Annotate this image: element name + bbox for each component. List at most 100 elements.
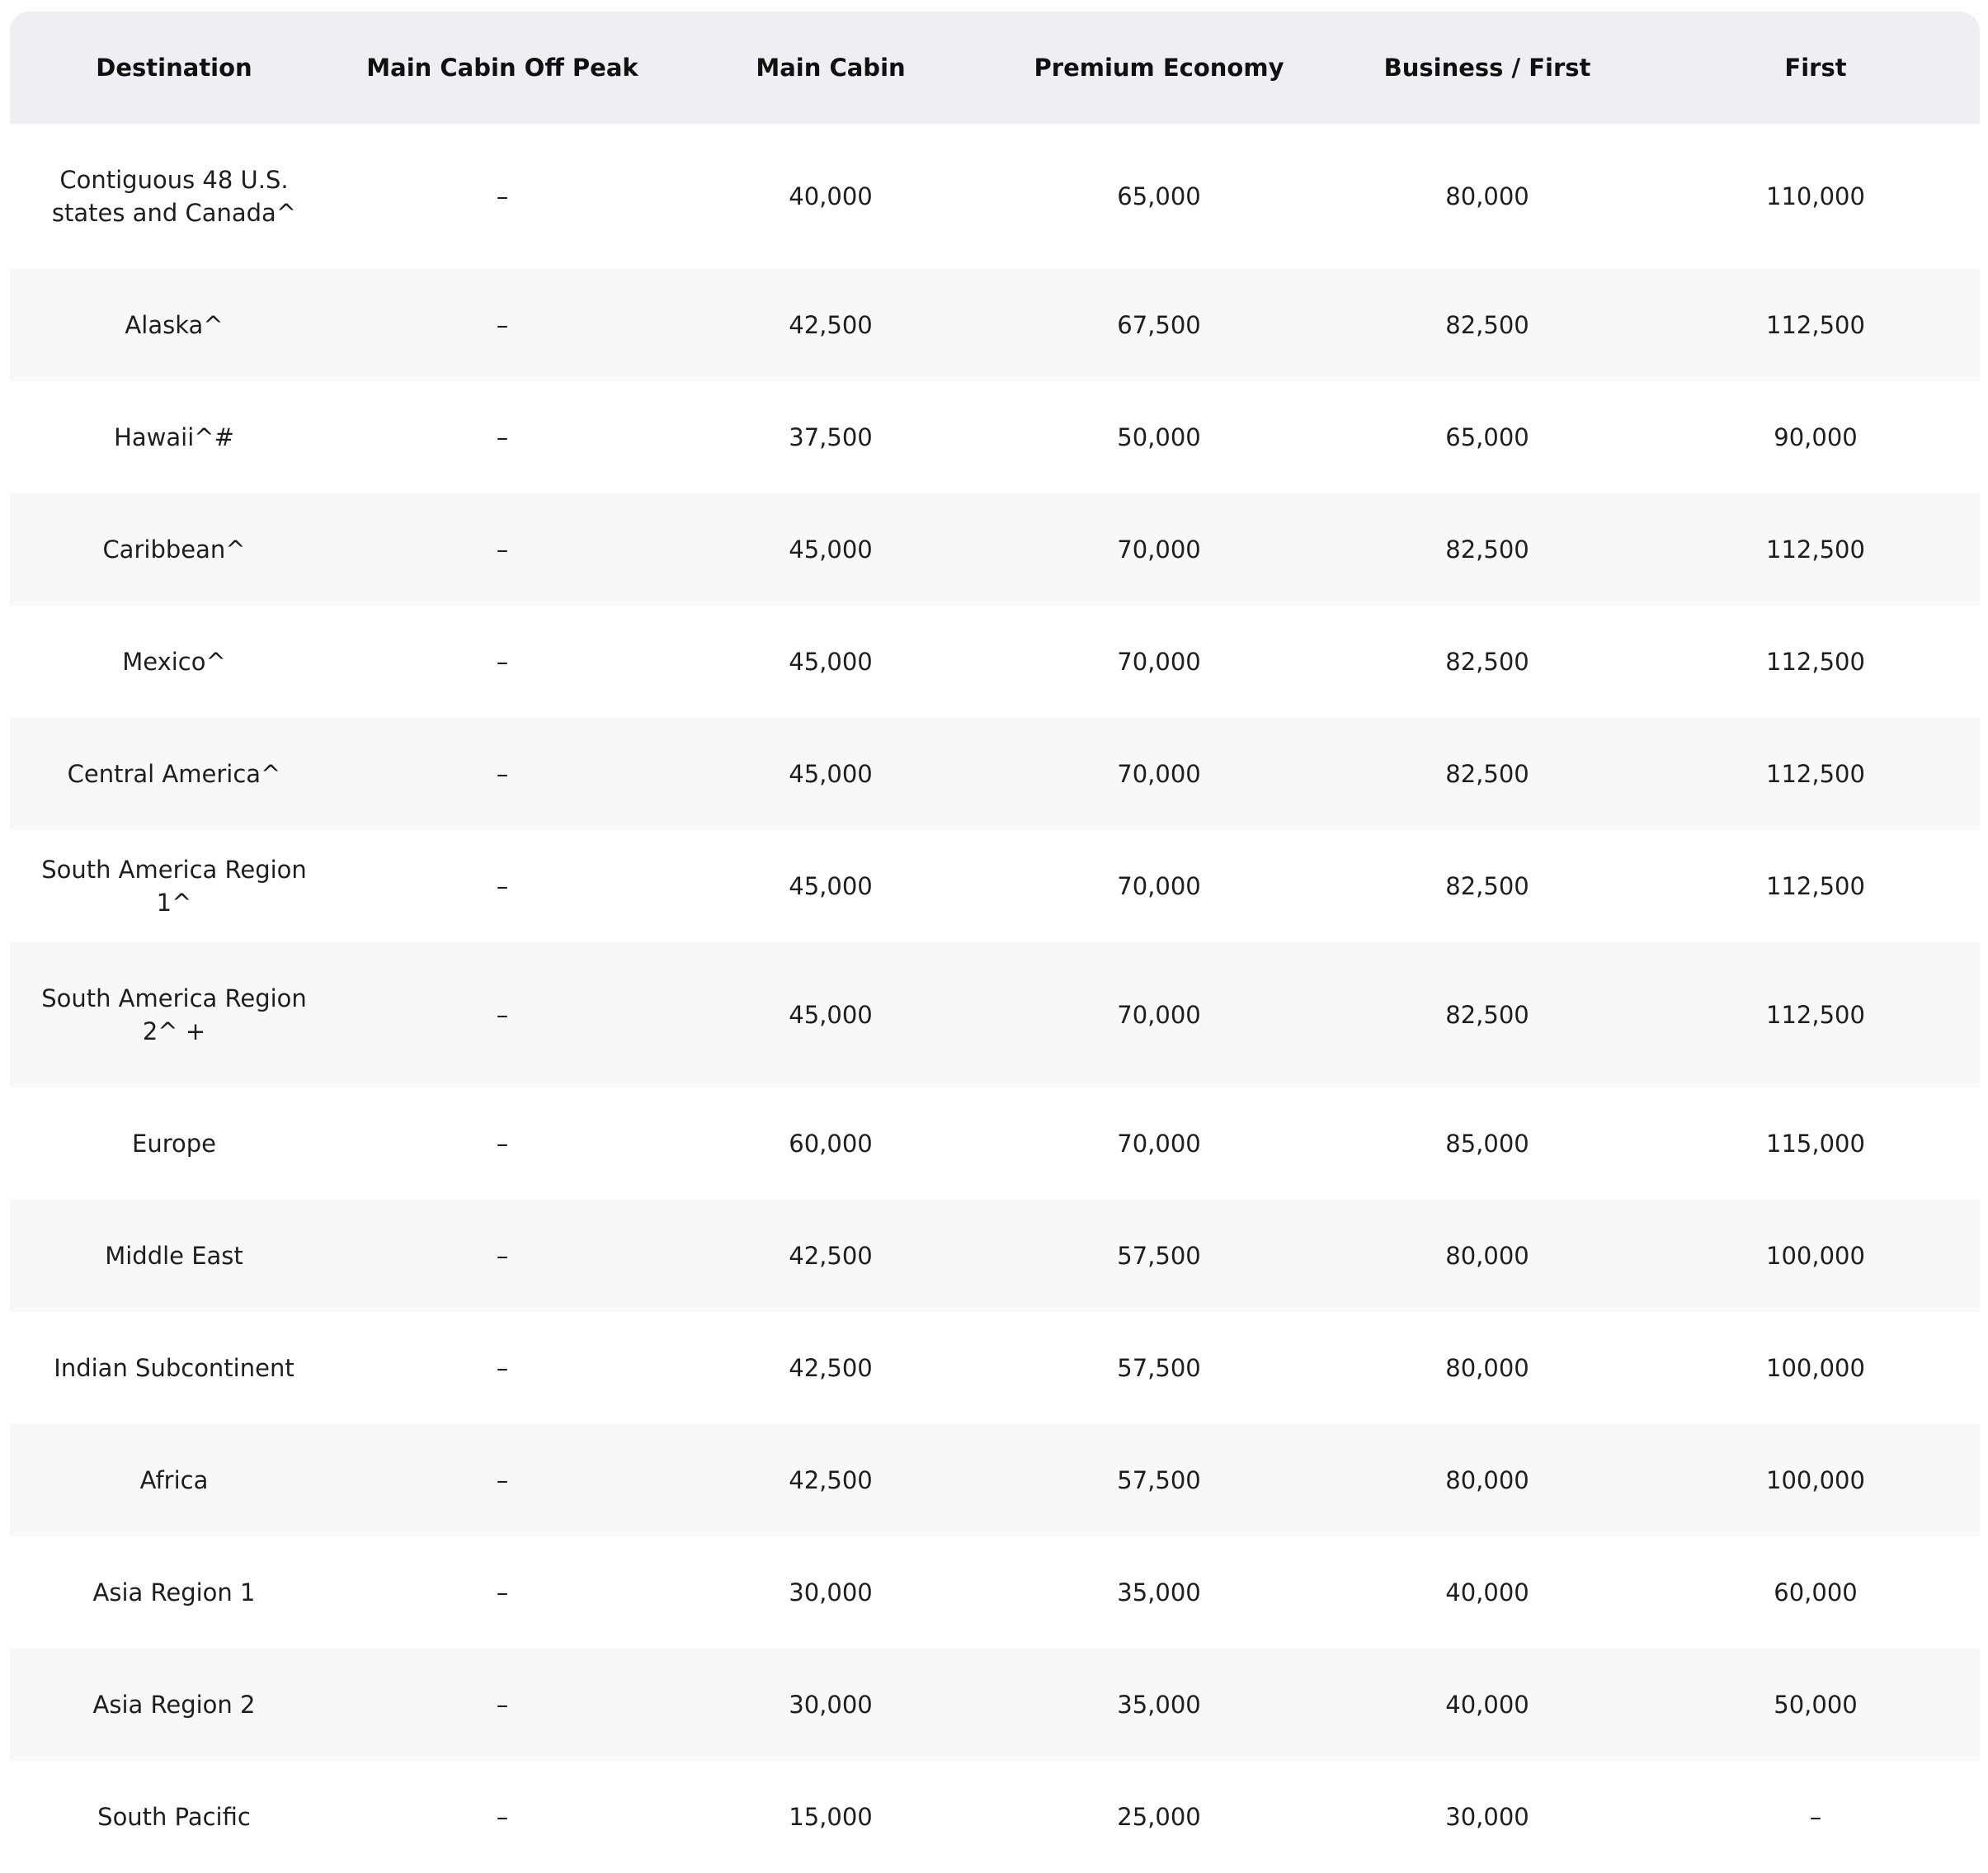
first-cell: 100,000 <box>1651 1424 1980 1536</box>
table-row: Middle East – 42,500 57,500 80,000 100,0… <box>10 1200 1980 1312</box>
table-row: Asia Region 1 – 30,000 35,000 40,000 60,… <box>10 1536 1980 1649</box>
main-cabin-cell: 30,000 <box>667 1536 995 1649</box>
main-cabin-cell: 42,500 <box>667 1312 995 1424</box>
first-cell: 112,500 <box>1651 942 1980 1087</box>
first-cell: 112,500 <box>1651 606 1980 718</box>
main-cabin-off-peak-cell: – <box>338 269 667 381</box>
main-cabin-off-peak-cell: – <box>338 1424 667 1536</box>
business-first-cell: 80,000 <box>1323 1312 1651 1424</box>
first-cell: 90,000 <box>1651 381 1980 493</box>
first-cell: 112,500 <box>1651 493 1980 606</box>
column-header-premium-economy: Premium Economy <box>995 12 1323 124</box>
table-row: Asia Region 2 – 30,000 35,000 40,000 50,… <box>10 1649 1980 1761</box>
main-cabin-off-peak-cell: – <box>338 942 667 1087</box>
business-first-cell: 82,500 <box>1323 942 1651 1087</box>
destination-cell: South America Region 2^ + <box>10 942 338 1087</box>
table-row: South Pacific – 15,000 25,000 30,000 – <box>10 1761 1980 1873</box>
main-cabin-off-peak-cell: – <box>338 1649 667 1761</box>
first-cell: 115,000 <box>1651 1087 1980 1200</box>
premium-economy-cell: 70,000 <box>995 1087 1323 1200</box>
business-first-cell: 80,000 <box>1323 1200 1651 1312</box>
destination-cell: South America Region 1^ <box>10 830 338 942</box>
business-first-cell: 30,000 <box>1323 1761 1651 1873</box>
first-cell: 60,000 <box>1651 1536 1980 1649</box>
main-cabin-cell: 42,500 <box>667 1200 995 1312</box>
main-cabin-off-peak-cell: – <box>338 124 667 269</box>
premium-economy-cell: 50,000 <box>995 381 1323 493</box>
business-first-cell: 40,000 <box>1323 1536 1651 1649</box>
premium-economy-cell: 57,500 <box>995 1200 1323 1312</box>
business-first-cell: 85,000 <box>1323 1087 1651 1200</box>
table-row: South America Region 2^ + – 45,000 70,00… <box>10 942 1980 1087</box>
table-row: Africa – 42,500 57,500 80,000 100,000 <box>10 1424 1980 1536</box>
main-cabin-off-peak-cell: – <box>338 1312 667 1424</box>
main-cabin-cell: 45,000 <box>667 718 995 830</box>
business-first-cell: 82,500 <box>1323 606 1651 718</box>
main-cabin-cell: 42,500 <box>667 269 995 381</box>
column-header-main-cabin: Main Cabin <box>667 12 995 124</box>
destination-cell: Indian Subcontinent <box>10 1312 338 1424</box>
table-header: Destination Main Cabin Off Peak Main Cab… <box>10 12 1980 124</box>
first-cell: 50,000 <box>1651 1649 1980 1761</box>
column-header-destination: Destination <box>10 12 338 124</box>
destination-cell: Hawaii^# <box>10 381 338 493</box>
main-cabin-cell: 15,000 <box>667 1761 995 1873</box>
main-cabin-off-peak-cell: – <box>338 1761 667 1873</box>
award-chart-table: Destination Main Cabin Off Peak Main Cab… <box>10 12 1980 1873</box>
table-body: Contiguous 48 U.S. states and Canada^ – … <box>10 124 1980 1873</box>
table-row: Europe – 60,000 70,000 85,000 115,000 <box>10 1087 1980 1200</box>
premium-economy-cell: 67,500 <box>995 269 1323 381</box>
main-cabin-off-peak-cell: – <box>338 493 667 606</box>
first-cell: – <box>1651 1761 1980 1873</box>
destination-cell: Alaska^ <box>10 269 338 381</box>
business-first-cell: 40,000 <box>1323 1649 1651 1761</box>
business-first-cell: 82,500 <box>1323 830 1651 942</box>
business-first-cell: 82,500 <box>1323 493 1651 606</box>
table-row: Mexico^ – 45,000 70,000 82,500 112,500 <box>10 606 1980 718</box>
first-cell: 110,000 <box>1651 124 1980 269</box>
premium-economy-cell: 70,000 <box>995 493 1323 606</box>
main-cabin-cell: 60,000 <box>667 1087 995 1200</box>
destination-cell: Europe <box>10 1087 338 1200</box>
premium-economy-cell: 57,500 <box>995 1424 1323 1536</box>
table-row: Contiguous 48 U.S. states and Canada^ – … <box>10 124 1980 269</box>
destination-cell: Asia Region 1 <box>10 1536 338 1649</box>
main-cabin-cell: 40,000 <box>667 124 995 269</box>
destination-cell: South Pacific <box>10 1761 338 1873</box>
main-cabin-off-peak-cell: – <box>338 1087 667 1200</box>
premium-economy-cell: 35,000 <box>995 1649 1323 1761</box>
column-header-main-cabin-off-peak: Main Cabin Off Peak <box>338 12 667 124</box>
main-cabin-off-peak-cell: – <box>338 606 667 718</box>
main-cabin-off-peak-cell: – <box>338 1536 667 1649</box>
premium-economy-cell: 35,000 <box>995 1536 1323 1649</box>
main-cabin-cell: 30,000 <box>667 1649 995 1761</box>
header-row: Destination Main Cabin Off Peak Main Cab… <box>10 12 1980 124</box>
business-first-cell: 80,000 <box>1323 124 1651 269</box>
first-cell: 100,000 <box>1651 1312 1980 1424</box>
main-cabin-cell: 45,000 <box>667 942 995 1087</box>
business-first-cell: 80,000 <box>1323 1424 1651 1536</box>
main-cabin-cell: 45,000 <box>667 830 995 942</box>
business-first-cell: 82,500 <box>1323 718 1651 830</box>
first-cell: 112,500 <box>1651 269 1980 381</box>
main-cabin-cell: 45,000 <box>667 493 995 606</box>
main-cabin-cell: 42,500 <box>667 1424 995 1536</box>
main-cabin-cell: 37,500 <box>667 381 995 493</box>
business-first-cell: 65,000 <box>1323 381 1651 493</box>
table-row: South America Region 1^ – 45,000 70,000 … <box>10 830 1980 942</box>
main-cabin-cell: 45,000 <box>667 606 995 718</box>
premium-economy-cell: 70,000 <box>995 830 1323 942</box>
premium-economy-cell: 70,000 <box>995 718 1323 830</box>
first-cell: 112,500 <box>1651 830 1980 942</box>
column-header-business-first: Business / First <box>1323 12 1651 124</box>
premium-economy-cell: 25,000 <box>995 1761 1323 1873</box>
table-row: Central America^ – 45,000 70,000 82,500 … <box>10 718 1980 830</box>
destination-cell: Caribbean^ <box>10 493 338 606</box>
main-cabin-off-peak-cell: – <box>338 1200 667 1312</box>
premium-economy-cell: 70,000 <box>995 942 1323 1087</box>
main-cabin-off-peak-cell: – <box>338 718 667 830</box>
table-row: Indian Subcontinent – 42,500 57,500 80,0… <box>10 1312 1980 1424</box>
table-row: Hawaii^# – 37,500 50,000 65,000 90,000 <box>10 381 1980 493</box>
first-cell: 100,000 <box>1651 1200 1980 1312</box>
destination-cell: Central America^ <box>10 718 338 830</box>
